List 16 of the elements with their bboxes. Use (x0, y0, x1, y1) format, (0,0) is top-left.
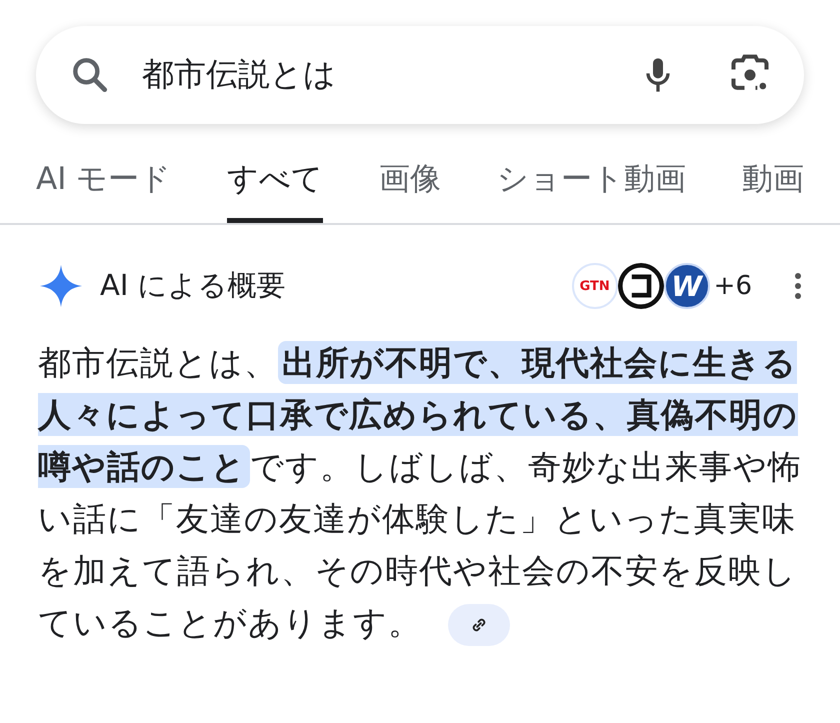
tab[interactable]: ショート動画 (497, 154, 686, 223)
tab[interactable]: AI モード (36, 154, 172, 223)
overview-title: AI による概要 (100, 267, 287, 304)
search-query[interactable]: 都市伝説とは (142, 53, 638, 97)
source-logo[interactable]: GTN (572, 263, 618, 309)
sparkle-icon (38, 263, 84, 309)
overview-paragraph: 都市伝説とは、出所が不明で、現代社会に生きる人々によって口承で広められている、真偽不明の噂や話のこと です。しばしば、奇妙な出来事や怖い話に「友達の友達が体験した」といった真実味を加えて語られ、その時代や社会の不安を反映していることがあります。 (38, 337, 802, 649)
tab[interactable]: すべて (227, 154, 324, 223)
source-logo[interactable] (618, 263, 664, 309)
link-button[interactable] (448, 604, 510, 646)
search-bar[interactable]: 都市伝説とは (36, 26, 804, 124)
source-count[interactable]: +6 (714, 271, 752, 301)
source-logo[interactable]: W (664, 263, 710, 309)
tab[interactable]: 動画 (742, 154, 804, 223)
more-options-icon[interactable] (794, 272, 802, 300)
tab[interactable]: 画像 (379, 154, 442, 223)
